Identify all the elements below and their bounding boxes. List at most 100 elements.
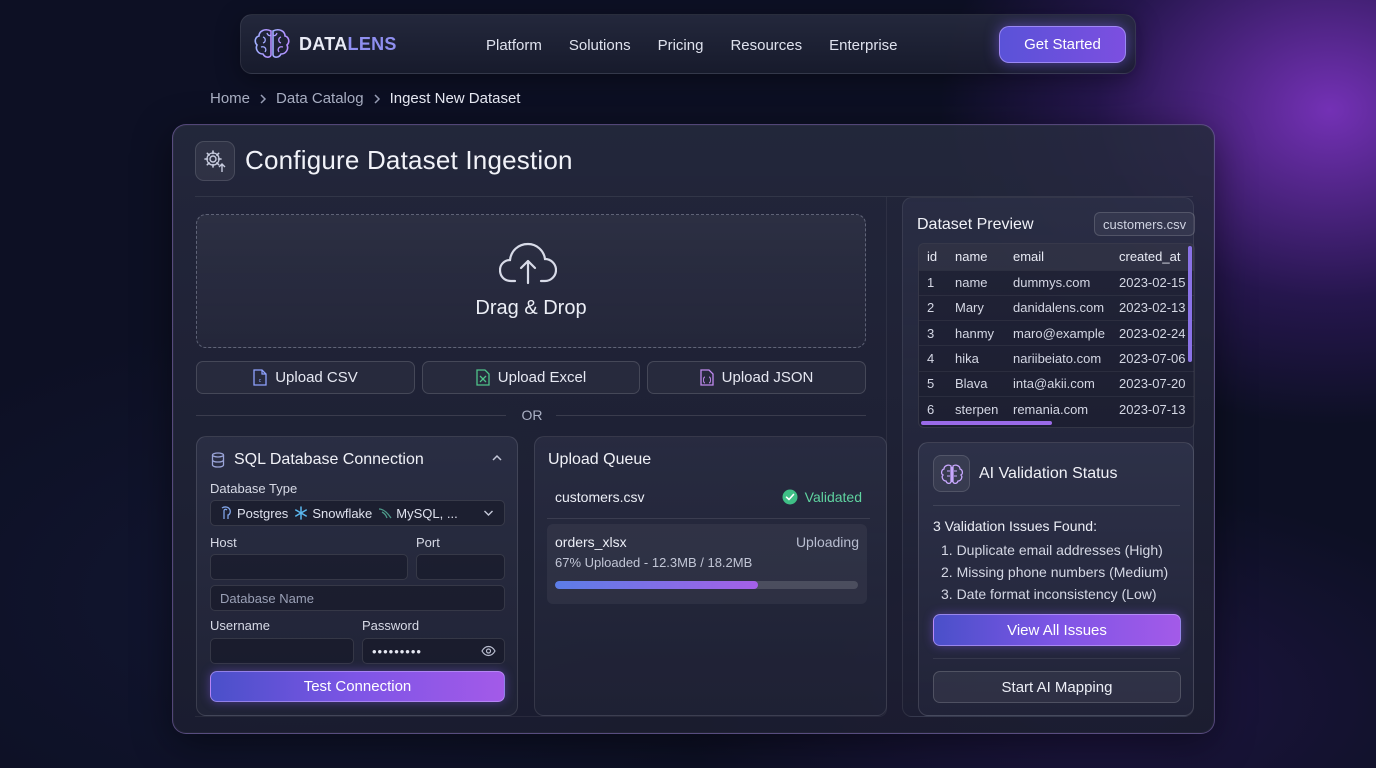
- table-row[interactable]: 2 Mary danidalens.com 2023-02-13: [919, 294, 1194, 321]
- breadcrumb-home[interactable]: Home: [210, 90, 250, 107]
- table-cell: Blava: [947, 370, 1005, 397]
- host-input[interactable]: [210, 554, 408, 580]
- json-file-icon: [699, 369, 714, 386]
- cloud-upload-icon: [499, 241, 557, 287]
- table-cell: inta@akii.com: [1005, 370, 1111, 397]
- logo-text: DATALENS: [299, 33, 397, 54]
- start-ai-mapping-button[interactable]: Start AI Mapping: [933, 671, 1181, 703]
- table-row[interactable]: 3 hanmy maro@example 2023-02-24: [919, 320, 1194, 346]
- password-input[interactable]: •••••••••: [362, 638, 505, 664]
- preview-table: id name email created_at 1 name dummys.com…: [919, 244, 1194, 422]
- sql-title: SQL Database Connection: [234, 451, 424, 468]
- port-input[interactable]: [416, 554, 505, 580]
- test-connection-button[interactable]: Test Connection: [210, 671, 505, 702]
- db-option-label: Postgres: [237, 505, 289, 521]
- postgres-icon: [219, 506, 233, 520]
- progress-bar-fill: [555, 581, 758, 589]
- db-type-select[interactable]: Postgres Snowflake MySQL, ...: [210, 500, 505, 526]
- upload-queue-title: Upload Queue: [548, 451, 652, 468]
- password-label: Password: [362, 618, 420, 633]
- db-option-snowflake: Snowflake: [294, 506, 372, 521]
- host-label: Host: [210, 535, 237, 550]
- table-cell: 4: [919, 345, 947, 372]
- preview-table-container[interactable]: id name email created_at 1 name dummys.com…: [918, 243, 1195, 428]
- table-cell: remania.com: [1005, 395, 1111, 422]
- password-value: •••••••••: [372, 643, 422, 659]
- queue-item[interactable]: customers.csv Validated: [547, 483, 870, 519]
- table-cell: 5: [919, 370, 947, 397]
- table-cell: dummys.com: [1005, 269, 1111, 296]
- column-header[interactable]: created_at: [1111, 244, 1194, 270]
- ai-validation-title: AI Validation Status: [979, 465, 1118, 482]
- sql-header: SQL Database Connection: [211, 451, 424, 469]
- table-cell: hika: [947, 345, 1005, 372]
- column-header[interactable]: name: [947, 244, 1005, 270]
- nav-link-resources[interactable]: Resources: [730, 37, 802, 54]
- database-icon: [211, 452, 225, 468]
- check-circle-icon: [782, 489, 798, 505]
- table-cell: sterpen: [947, 395, 1005, 422]
- table-cell: 2023-07-06: [1111, 345, 1194, 372]
- excel-file-icon: [476, 369, 490, 386]
- table-row[interactable]: 1 name dummys.com 2023-02-15: [919, 269, 1194, 296]
- chevron-up-icon[interactable]: [491, 453, 503, 463]
- ingestion-card: Configure Dataset Ingestion Drag & Drop …: [172, 124, 1215, 734]
- get-started-button[interactable]: Get Started: [999, 26, 1126, 63]
- divider: [933, 505, 1180, 506]
- upload-csv-button[interactable]: c Upload CSV: [196, 361, 415, 394]
- drag-drop-label: Drag & Drop: [475, 297, 587, 319]
- sql-connection-panel: SQL Database Connection Database Type Po…: [196, 436, 518, 716]
- status-badge: Validated: [782, 489, 862, 505]
- status-label: Validated: [804, 489, 862, 505]
- logo[interactable]: DATALENS: [253, 27, 397, 61]
- divider-line: [556, 415, 866, 416]
- drag-drop-zone[interactable]: Drag & Drop: [196, 214, 866, 348]
- queue-file-name: orders_xlsx: [555, 534, 627, 550]
- horizontal-scrollbar[interactable]: [921, 421, 1052, 425]
- table-cell: 2023-02-13: [1111, 294, 1194, 321]
- chevron-right-icon: [258, 93, 268, 105]
- table-cell: danidalens.com: [1005, 294, 1111, 321]
- validation-issue: 2. Missing phone numbers (Medium): [941, 564, 1169, 580]
- queue-item[interactable]: orders_xlsx Uploading 67% Uploaded - 12.…: [547, 524, 867, 604]
- upload-excel-label: Upload Excel: [497, 369, 587, 386]
- table-cell: 1: [919, 269, 947, 296]
- eye-icon[interactable]: [481, 645, 496, 657]
- progress-bar: [555, 581, 858, 589]
- table-cell: nariibeiato.com: [1005, 345, 1111, 372]
- breadcrumb-current: Ingest New Dataset: [389, 90, 521, 107]
- table-row[interactable]: 5 Blava inta@akii.com 2023-07-20: [919, 370, 1194, 397]
- upload-csv-label: Upload CSV: [275, 369, 358, 386]
- upload-queue-panel: Upload Queue customers.csv Validated ord…: [534, 436, 887, 716]
- status-label: Uploading: [795, 534, 859, 550]
- nav-link-solutions[interactable]: Solutions: [569, 37, 631, 54]
- view-all-issues-button[interactable]: View All Issues: [933, 614, 1181, 646]
- breadcrumb-data-catalog[interactable]: Data Catalog: [276, 90, 364, 107]
- top-navbar: DATALENS Platform Solutions Pricing Reso…: [240, 14, 1136, 74]
- table-cell: name: [947, 269, 1005, 296]
- column-header[interactable]: email: [1005, 244, 1111, 270]
- nav-link-pricing[interactable]: Pricing: [658, 37, 704, 54]
- table-cell: hanmy: [947, 320, 1005, 346]
- upload-json-label: Upload JSON: [721, 369, 814, 386]
- upload-json-button[interactable]: Upload JSON: [647, 361, 866, 394]
- db-type-label: Database Type: [210, 481, 298, 496]
- file-chip[interactable]: customers.csv: [1094, 212, 1196, 236]
- table-row[interactable]: 4 hika nariibeiato.com 2023-07-06: [919, 345, 1194, 372]
- nav-link-enterprise[interactable]: Enterprise: [829, 37, 897, 54]
- table-row[interactable]: 6 sterpen remania.com 2023-07-13: [919, 395, 1194, 422]
- svg-text:c: c: [259, 378, 262, 384]
- or-label: OR: [521, 407, 543, 423]
- snowflake-icon: [294, 506, 308, 520]
- nav-link-platform[interactable]: Platform: [486, 37, 542, 54]
- vertical-scrollbar[interactable]: [1188, 246, 1192, 362]
- db-option-label: MySQL, ...: [396, 505, 458, 521]
- csv-file-icon: c: [253, 369, 267, 386]
- username-input[interactable]: [210, 638, 354, 664]
- database-name-input[interactable]: Database Name: [210, 585, 505, 611]
- column-header[interactable]: id: [919, 244, 947, 270]
- upload-excel-button[interactable]: Upload Excel: [422, 361, 640, 394]
- nav-links: Platform Solutions Pricing Resources Ent…: [486, 15, 898, 75]
- table-cell: 3: [919, 320, 947, 346]
- divider-line: [196, 415, 506, 416]
